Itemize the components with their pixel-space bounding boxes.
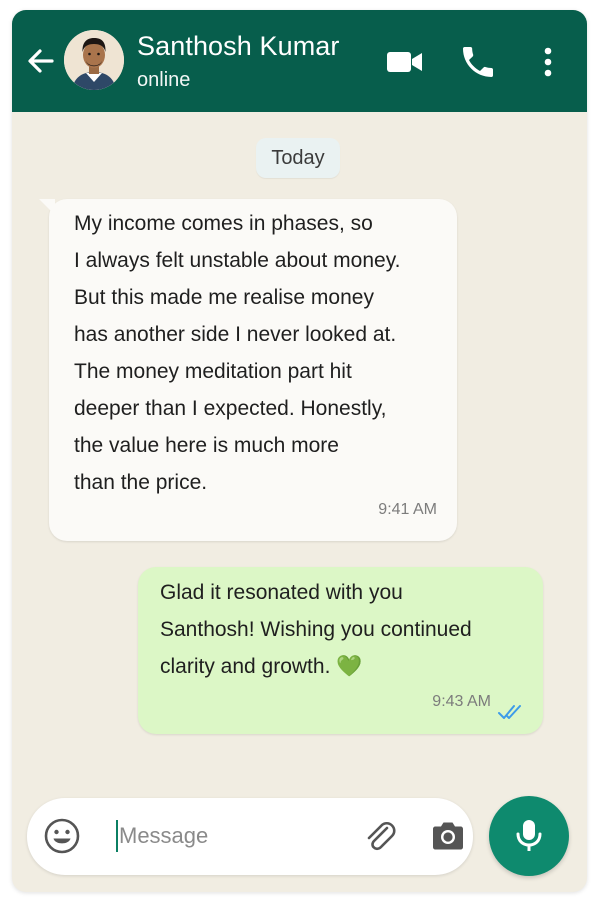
message-time: 9:41 AM [378,501,437,518]
outgoing-message[interactable]: Glad it resonated with you Santhosh! Wis… [138,567,543,734]
attach-icon [367,821,396,851]
bubble-tail [39,199,55,215]
avatar[interactable] [64,30,124,90]
text-cursor [116,820,118,852]
double-check-read-icon [498,705,521,719]
emoji-button[interactable] [42,816,82,856]
arrow-left-icon [28,49,54,73]
mic-icon [516,820,542,851]
message-text: Glad it resonated with you Santhosh! Wis… [160,581,472,678]
date-divider: Today [256,138,340,178]
more-options-button[interactable] [528,42,568,82]
attach-button[interactable] [360,816,400,856]
message-time: 9:43 AM [432,693,491,710]
contact-name[interactable]: Santhosh Kumar [137,31,340,62]
voice-message-button[interactable] [489,796,569,876]
more-vert-icon [544,47,552,77]
contact-status: online [137,69,191,91]
contact-avatar [64,30,124,90]
chat-header: Santhosh Kumar online [12,10,587,112]
video-call-button[interactable] [385,42,425,82]
voice-call-button[interactable] [458,42,498,82]
camera-button[interactable] [428,816,468,856]
video-call-icon [387,52,422,72]
message-composer [27,798,473,875]
camera-icon [433,822,463,850]
back-button[interactable] [26,46,56,76]
emoji-icon [44,818,80,854]
voice-call-icon [463,47,493,77]
incoming-message[interactable]: My income comes in phases, so I always f… [39,199,457,541]
message-input[interactable] [119,820,339,852]
chat-window: Santhosh Kumar online Today My income co… [12,10,587,892]
message-text: My income comes in phases, so I always f… [74,212,401,494]
